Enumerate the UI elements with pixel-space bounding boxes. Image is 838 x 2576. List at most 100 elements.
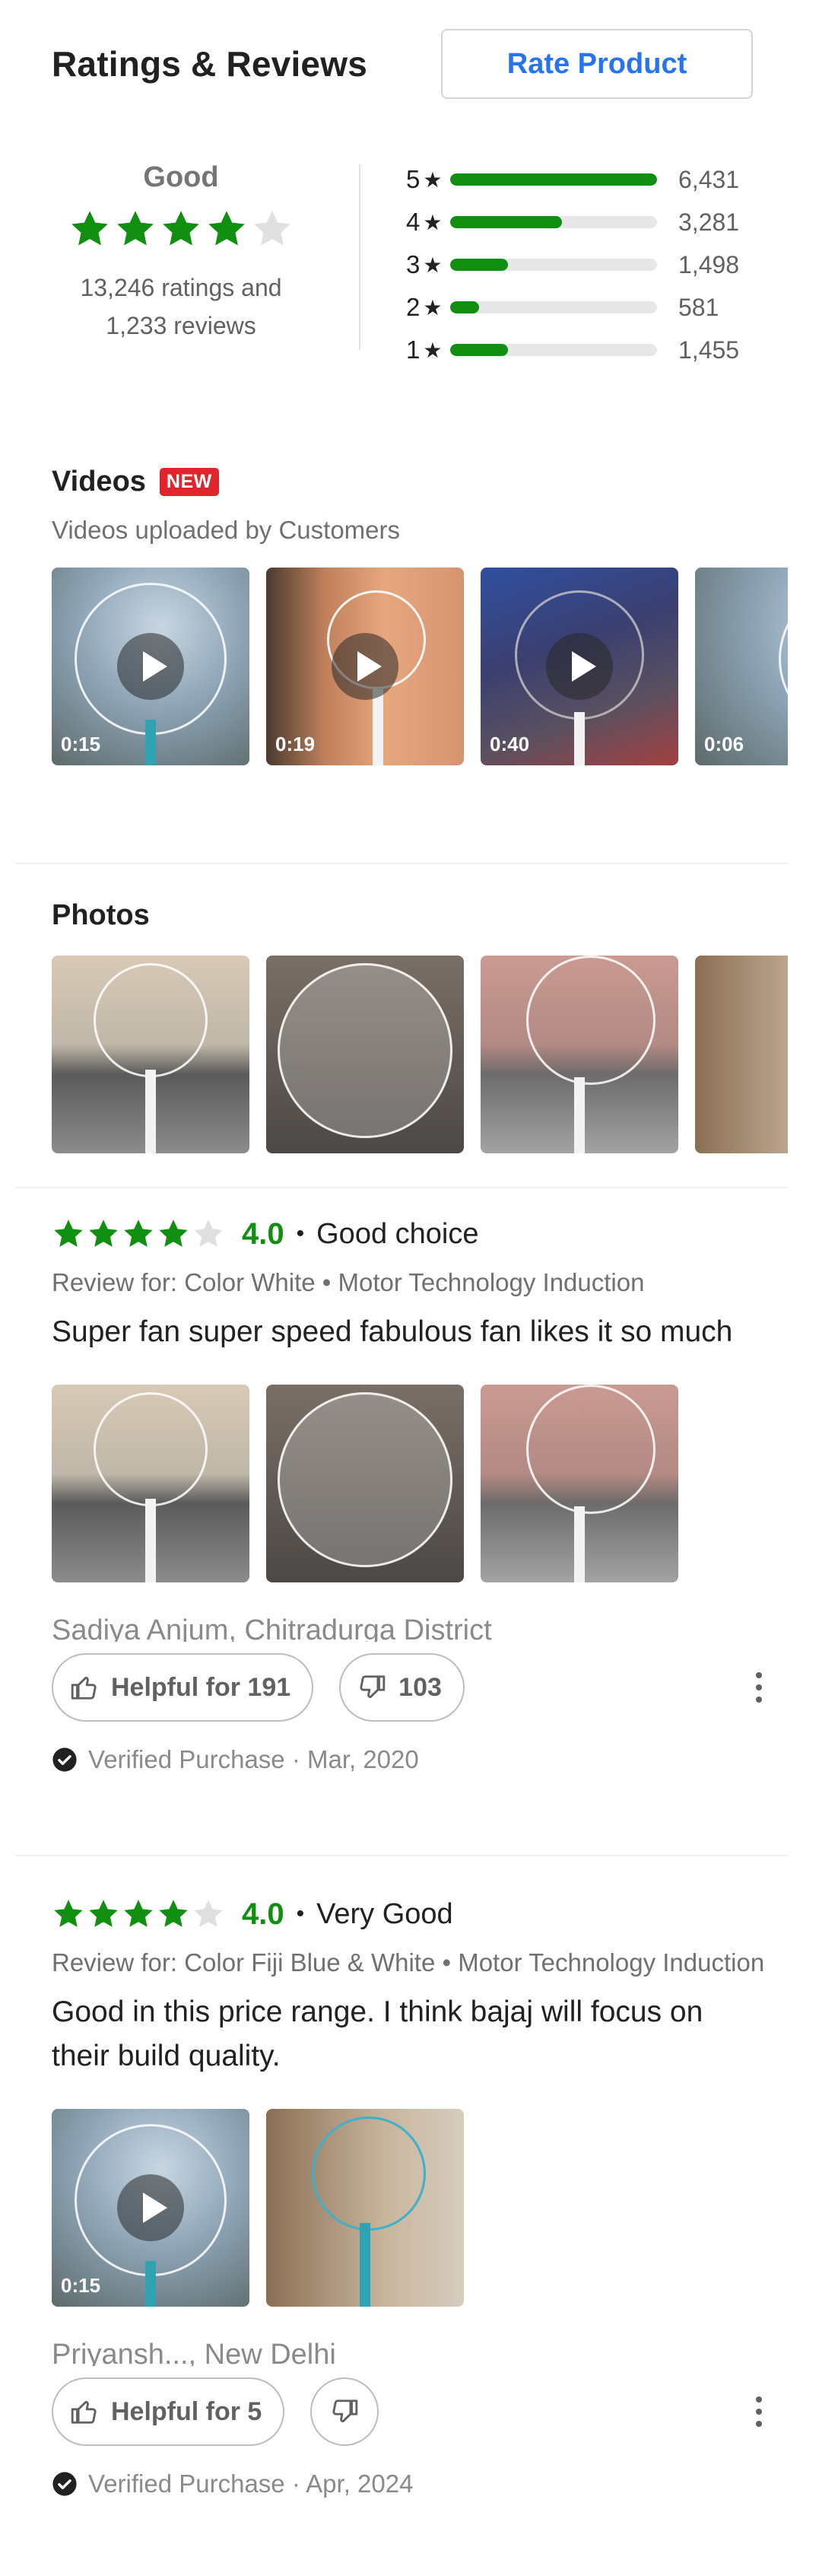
not-helpful-button[interactable]: 103: [339, 1653, 465, 1722]
video-thumbnail[interactable]: 0:15: [52, 568, 249, 765]
fan-stand: [574, 1077, 585, 1153]
review-title: Very Good: [316, 1897, 453, 1930]
review-card: 4.0 • Good choice Review for: Color Whit…: [52, 1211, 767, 1774]
distribution-count: 1,498: [678, 250, 740, 278]
ratings-count-text: 13,246 ratings and 1,233 reviews: [52, 269, 310, 345]
review-photo[interactable]: [52, 1385, 249, 1582]
distribution-fill: [450, 259, 509, 271]
fan-graphic: [94, 963, 208, 1077]
fan-graphic: [278, 1392, 452, 1567]
play-icon[interactable]: [332, 633, 398, 700]
photo-thumbnail[interactable]: [695, 956, 788, 1153]
videos-carousel[interactable]: 0:15 0:19 0:40 0:06: [52, 568, 788, 767]
fan-stand: [574, 1506, 585, 1582]
review-author: Priyansh..., New Delhi: [52, 2339, 336, 2366]
star-filled-icon: [124, 1220, 153, 1247]
photos-carousel[interactable]: [52, 956, 788, 1155]
overall-rating-label: Good: [143, 161, 219, 193]
more-options-icon[interactable]: [751, 1672, 767, 1703]
helpful-button[interactable]: Helpful for 191: [52, 1653, 314, 1722]
distribution-fill: [450, 344, 509, 356]
review-variant: Review for: Color White • Motor Technolo…: [52, 1268, 645, 1296]
summary-divider: [359, 164, 360, 350]
video-duration: 0:19: [275, 733, 316, 755]
photos-section-title: Photos: [52, 899, 150, 932]
star-icon: ★: [423, 338, 443, 362]
distribution-fill: [450, 301, 480, 313]
play-icon[interactable]: [117, 2174, 184, 2241]
overall-rating: Good 13,246 ratings and 1,233 reviews: [52, 152, 310, 345]
photo-thumbnail[interactable]: [481, 956, 678, 1153]
photo-thumbnail[interactable]: [52, 956, 249, 1153]
separator-dot: •: [296, 1221, 305, 1246]
review-actions: Helpful for 5: [52, 2377, 767, 2447]
star-icon: ★: [423, 295, 443, 320]
video-duration: 0:15: [61, 2274, 101, 2297]
ratings-count-line: 13,246 ratings and: [80, 274, 282, 301]
fan-stand: [145, 2261, 156, 2307]
review-video[interactable]: 0:15: [52, 2109, 249, 2307]
distribution-row-5[interactable]: 5 ★ 6,431: [406, 158, 753, 201]
star-filled-icon: [124, 1900, 153, 1927]
play-icon[interactable]: [117, 633, 184, 700]
video-thumbnail[interactable]: 0:40: [481, 568, 678, 765]
review-media: 0:15: [52, 2109, 767, 2307]
video-duration: 0:15: [61, 733, 101, 755]
fan-stand: [574, 712, 585, 765]
review-header: 4.0 • Good choice: [52, 1211, 767, 1257]
verified-purchase: Verified Purchase · Mar, 2020: [52, 1745, 767, 1774]
distribution-label: 5: [406, 165, 421, 193]
play-icon[interactable]: [546, 633, 613, 700]
thumbs-down-icon: [360, 1675, 386, 1699]
review-card: 4.0 • Very Good Review for: Color Fiji B…: [52, 1891, 767, 2498]
fan-stand: [360, 2223, 370, 2307]
not-helpful-button[interactable]: [310, 2377, 379, 2446]
verified-purchase: Verified Purchase · Apr, 2024: [52, 2469, 767, 2498]
verified-text: Verified Purchase · Apr, 2024: [88, 2469, 414, 2498]
distribution-row-4[interactable]: 4 ★ 3,281: [406, 201, 753, 243]
fan-graphic: [278, 963, 452, 1138]
distribution-fill: [450, 216, 562, 228]
verified-text: Verified Purchase · Mar, 2020: [88, 1745, 419, 1773]
distribution-label: 3: [406, 250, 421, 278]
star-filled-icon: [208, 211, 245, 246]
star-filled-icon: [89, 1900, 118, 1927]
photo-thumbnail[interactable]: [266, 956, 464, 1153]
review-title: Good choice: [316, 1217, 479, 1250]
distribution-row-3[interactable]: 3 ★ 1,498: [406, 243, 753, 286]
video-thumbnail[interactable]: 0:19: [266, 568, 464, 765]
thumbs-up-icon: [71, 2400, 97, 2424]
star-icon: ★: [423, 210, 443, 234]
video-thumbnail[interactable]: 0:06: [695, 568, 788, 765]
star-empty-icon: [194, 1900, 223, 1927]
thumbs-down-icon: [332, 2399, 358, 2423]
check-circle-icon: [52, 1748, 77, 1772]
ratings-header: Ratings & Reviews Rate Product: [52, 29, 753, 99]
helpful-button[interactable]: Helpful for 5: [52, 2377, 285, 2446]
thumbs-up-icon: [71, 1676, 97, 1700]
review-rating: 4.0: [242, 1216, 284, 1251]
distribution-row-1[interactable]: 1 ★ 1,455: [406, 329, 753, 371]
distribution-row-2[interactable]: 2 ★ 581: [406, 286, 753, 329]
rate-product-button[interactable]: Rate Product: [441, 29, 753, 99]
fan-graphic: [526, 1385, 655, 1514]
distribution-bar: [450, 173, 657, 186]
more-options-icon[interactable]: [751, 2396, 767, 2427]
fan-graphic: [779, 583, 788, 735]
fan-graphic: [526, 956, 655, 1085]
distribution-label: 1: [406, 336, 421, 364]
fan-graphic: [312, 2116, 426, 2231]
ratings-title: Ratings & Reviews: [52, 44, 367, 84]
fan-stand: [145, 1499, 156, 1582]
review-photo[interactable]: [266, 1385, 464, 1582]
star-empty-icon: [254, 211, 290, 246]
video-duration: 0:06: [704, 733, 744, 755]
review-actions: Helpful for 191 103: [52, 1652, 767, 1722]
section-divider: [15, 1187, 788, 1188]
new-badge: NEW: [159, 468, 219, 496]
star-filled-icon: [163, 211, 199, 246]
review-photo[interactable]: [266, 2109, 464, 2307]
distribution-count: 6,431: [678, 165, 740, 193]
review-photo[interactable]: [481, 1385, 678, 1582]
star-filled-icon: [54, 1900, 83, 1927]
